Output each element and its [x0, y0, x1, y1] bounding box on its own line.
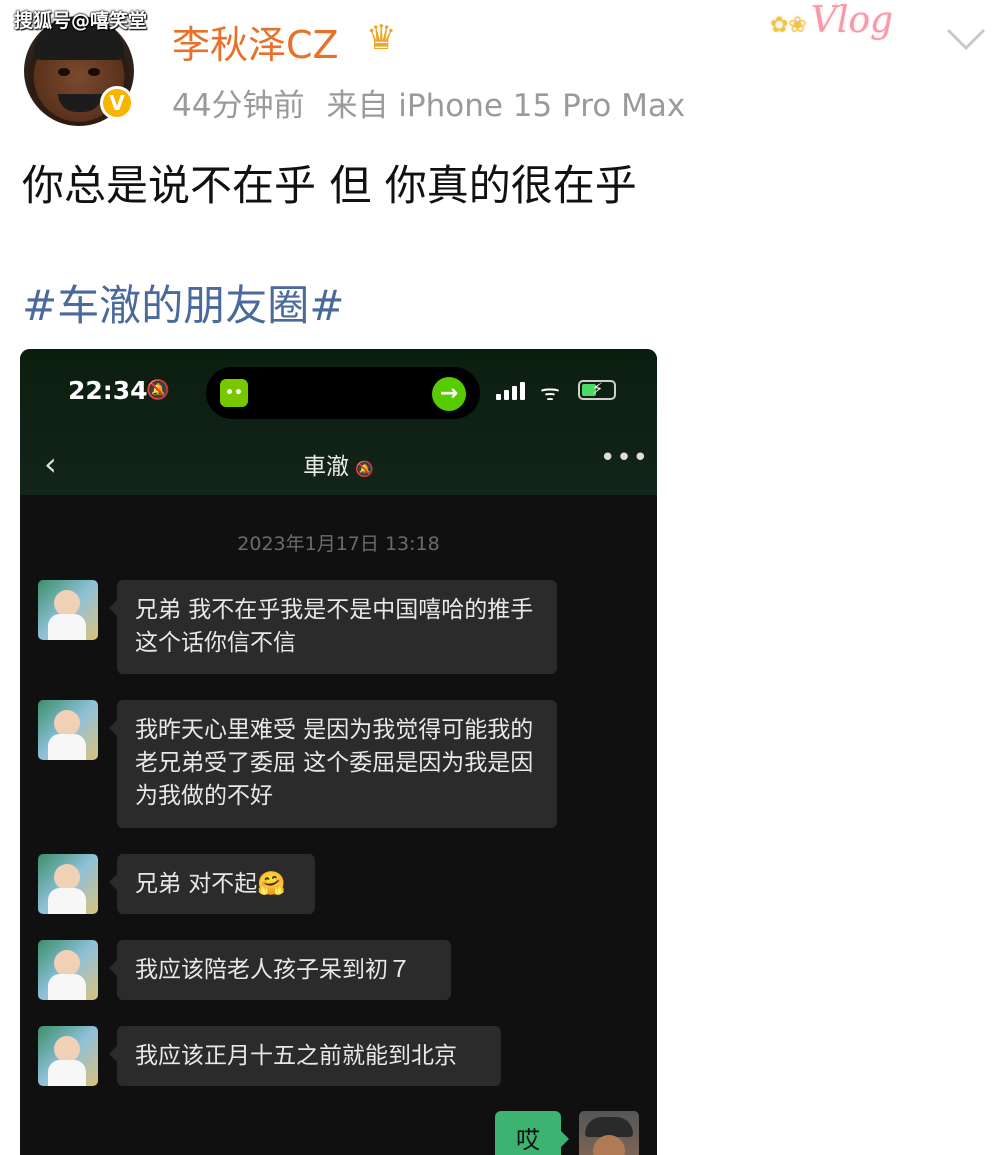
- flower-icon: ✿❀: [770, 13, 807, 38]
- contact-avatar[interactable]: [38, 700, 98, 760]
- chevron-down-icon[interactable]: [944, 20, 988, 56]
- hashtag-link[interactable]: #车澈的朋友圈#: [22, 272, 344, 333]
- bell-muted-icon: 🔕: [355, 460, 374, 478]
- chat-screenshot[interactable]: 22:34 🔕 •• → ᯤ ⚡ ‹ 車澈 🔕 ••• 2023年1月17日 13…: [20, 349, 657, 1155]
- contact-avatar[interactable]: [38, 1026, 98, 1086]
- wifi-icon: ᯤ: [540, 381, 561, 406]
- signal-icon: [496, 382, 525, 400]
- message-bubble[interactable]: 兄弟 对不起🤗: [109, 854, 315, 914]
- message-bubble[interactable]: 兄弟 我不在乎我是不是中国嘻哈的推手 这个话你信不信: [109, 580, 557, 674]
- battery-icon: ⚡: [578, 379, 616, 400]
- my-message-bubble[interactable]: 哎: [495, 1111, 569, 1155]
- username[interactable]: 李秋泽CZ: [172, 14, 339, 69]
- post-meta: 44分钟前 来自 iPhone 15 Pro Max: [172, 80, 685, 125]
- vlog-sticker: ✿❀ Vlog: [770, 0, 894, 41]
- post-text: 你总是说不在乎 但 你真的很在乎: [22, 161, 637, 210]
- watermark: 搜狐号@嘻笑堂: [14, 10, 148, 32]
- chat-timestamp: 2023年1月17日 13:18: [237, 533, 440, 555]
- message-bubble[interactable]: 我应该正月十五之前就能到北京: [109, 1026, 501, 1086]
- more-icon[interactable]: •••: [600, 443, 649, 473]
- dynamic-island: •• →: [206, 367, 480, 419]
- arrow-right-icon: →: [432, 377, 466, 411]
- mute-icon: 🔕: [146, 379, 170, 401]
- post-source: 来自 iPhone 15 Pro Max: [326, 88, 686, 124]
- contact-avatar[interactable]: [38, 580, 98, 640]
- contact-avatar[interactable]: [38, 854, 98, 914]
- post-time: 44分钟前: [172, 88, 305, 124]
- crown-icon: ♛: [366, 18, 397, 58]
- status-time: 22:34: [68, 376, 148, 405]
- message-bubble[interactable]: 我昨天心里难受 是因为我觉得可能我的老兄弟受了委屈 这个委屈是因为我是因为我做的…: [109, 700, 557, 828]
- chat-title: 車澈 🔕: [303, 454, 374, 480]
- verified-badge: V: [100, 86, 134, 120]
- duolingo-icon: ••: [220, 379, 248, 407]
- message-bubble[interactable]: 我应该陪老人孩子呆到初７: [109, 940, 451, 1000]
- contact-avatar[interactable]: [38, 940, 98, 1000]
- my-avatar[interactable]: [579, 1111, 639, 1155]
